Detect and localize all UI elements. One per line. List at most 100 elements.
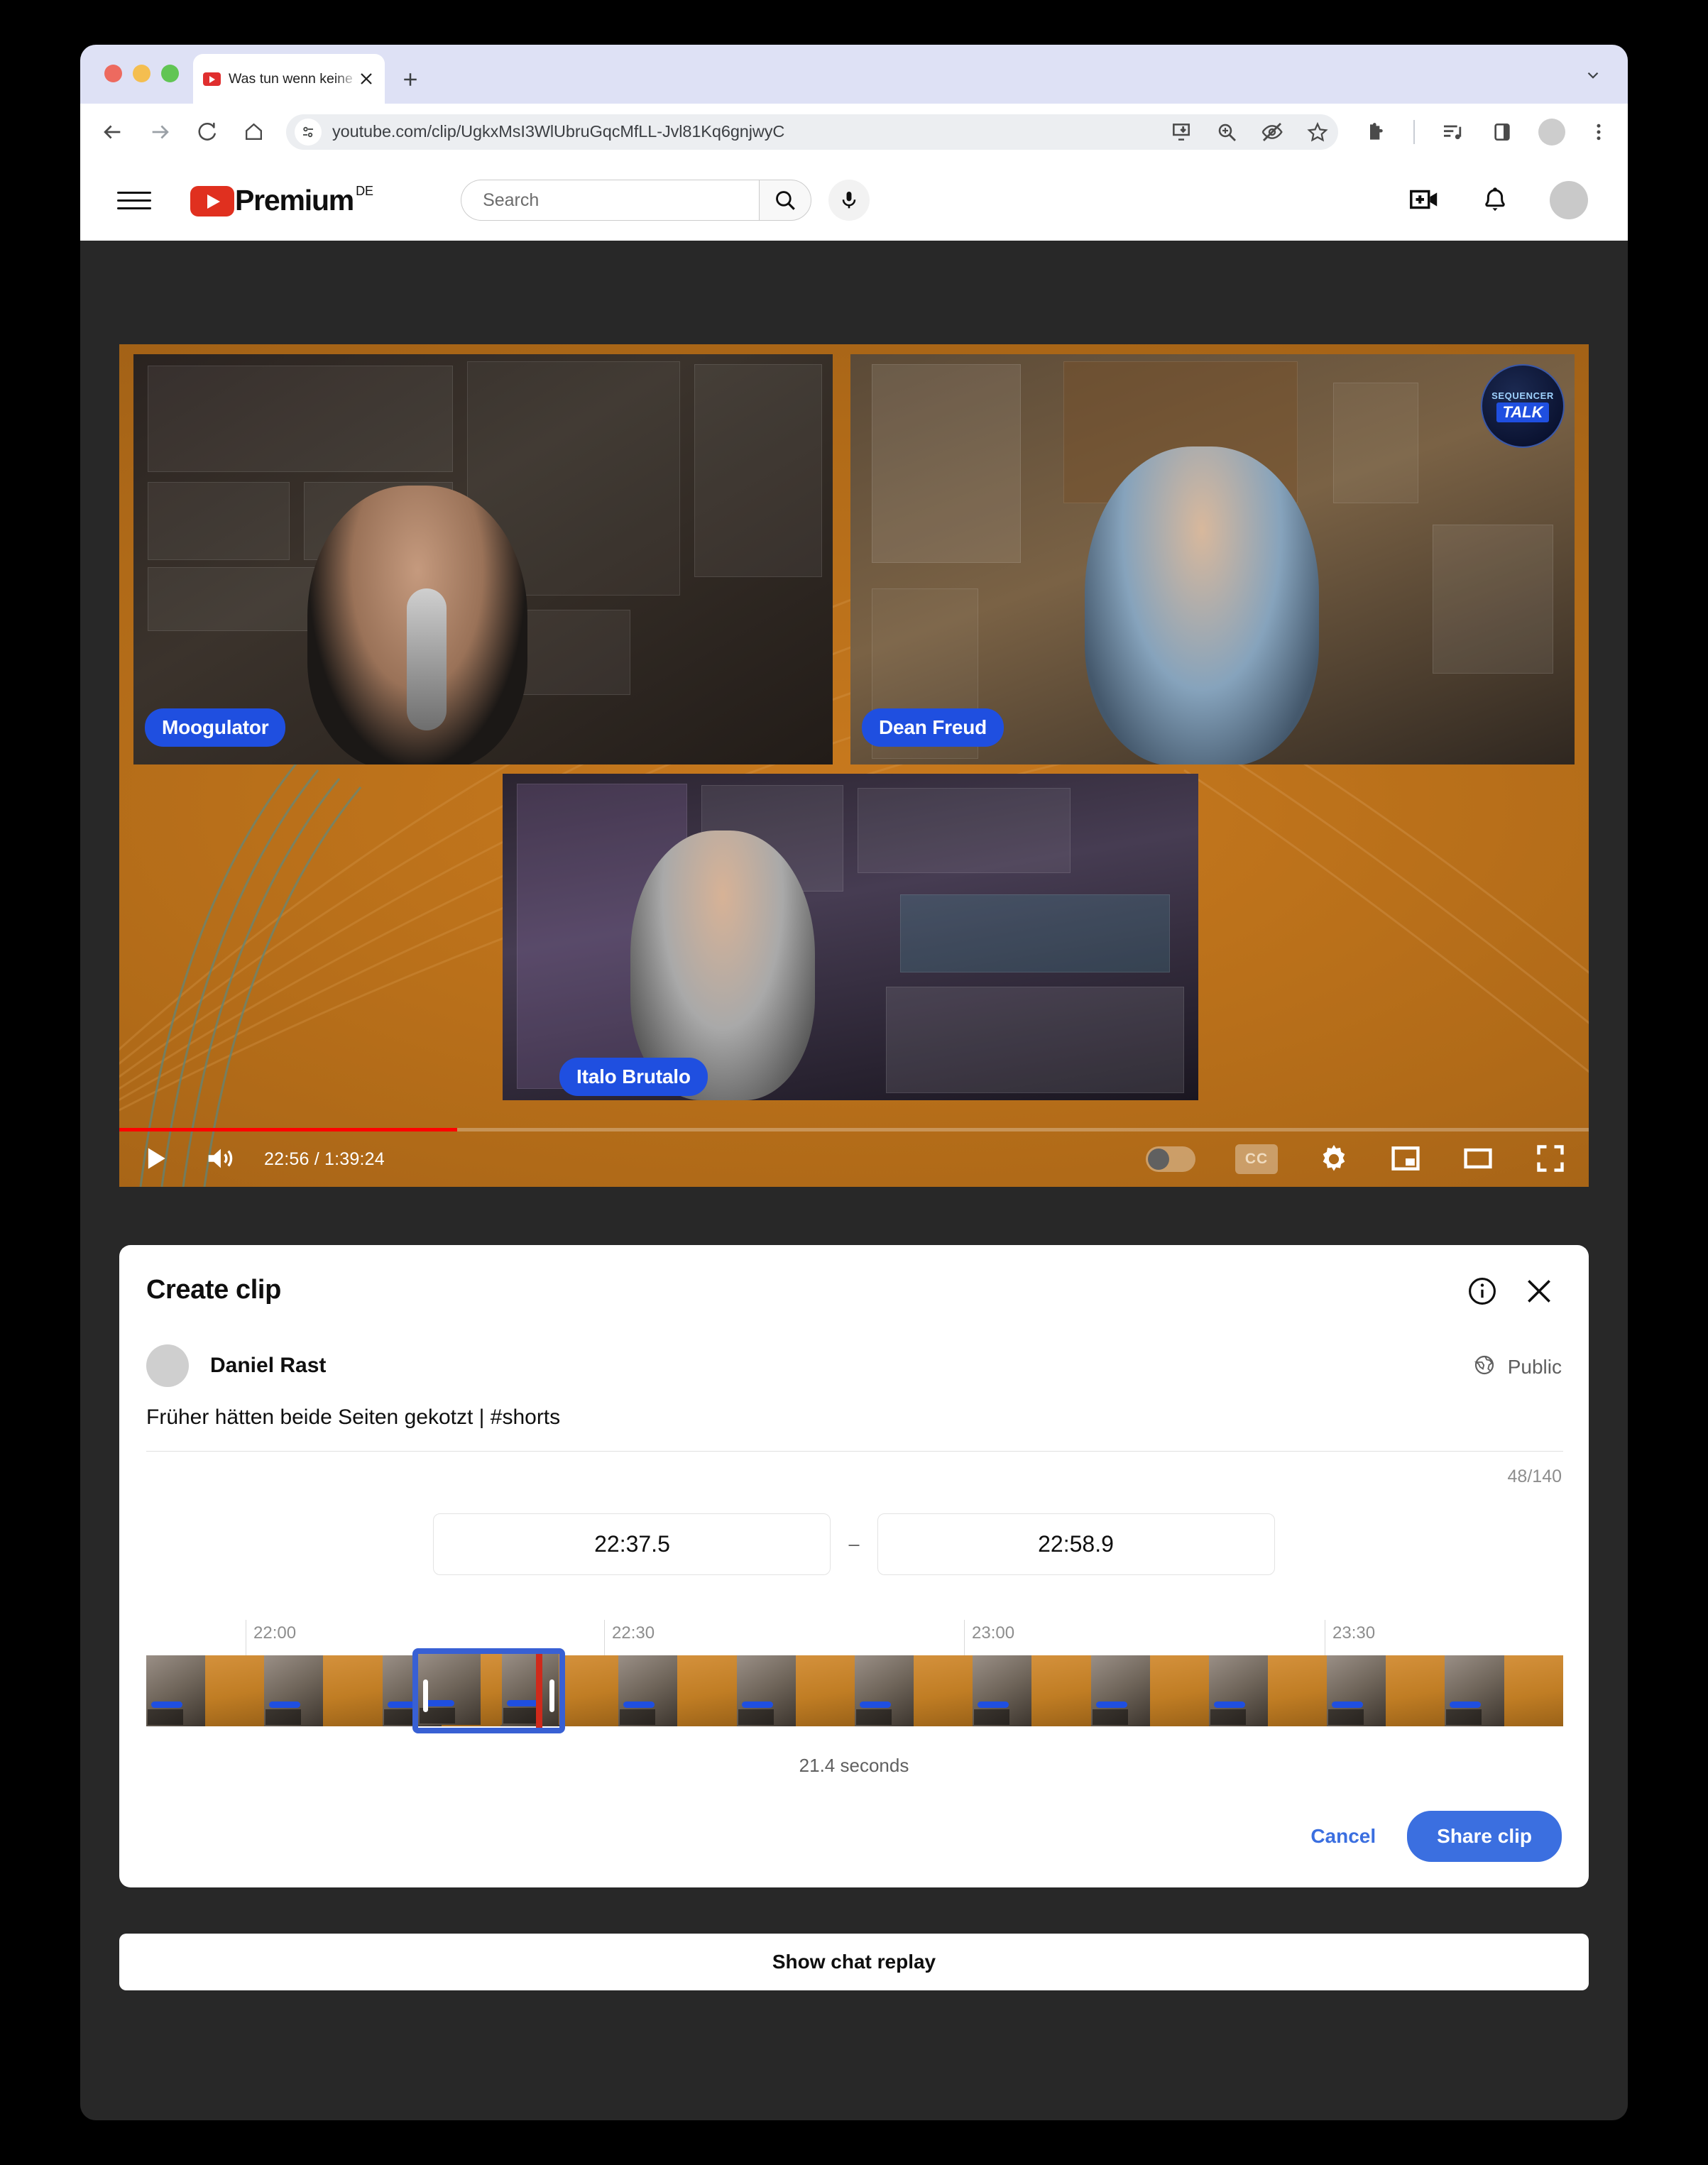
create-clip-header: Create clip [119, 1245, 1589, 1336]
youtube-logo-country: DE [356, 185, 373, 197]
notifications-icon[interactable] [1480, 183, 1511, 217]
input-underline [146, 1451, 1563, 1452]
user-avatar[interactable] [1550, 181, 1588, 219]
name-tag: Moogulator [145, 708, 285, 747]
player-controls-right: CC [1106, 1143, 1589, 1175]
globe-icon [1473, 1354, 1496, 1380]
browser-tab[interactable]: Was tun wenn keine Zeit für M [193, 54, 385, 104]
media-playlist-icon[interactable] [1440, 120, 1465, 144]
video-pane-italo-brutalo [503, 774, 1198, 1100]
cancel-button[interactable]: Cancel [1291, 1812, 1396, 1860]
share-clip-button[interactable]: Share clip [1407, 1811, 1562, 1862]
name-tag: Italo Brutalo [559, 1058, 708, 1096]
window-minimize-button[interactable] [133, 65, 150, 82]
extensions-icon[interactable] [1364, 120, 1388, 144]
player-controls-left: 22:56 / 1:39:24 [119, 1142, 385, 1176]
subtitles-cc-button[interactable]: CC [1235, 1144, 1278, 1174]
timeline-tick: 23:30 [1325, 1620, 1375, 1655]
home-icon[interactable] [239, 118, 268, 146]
close-icon[interactable] [1523, 1276, 1555, 1307]
video-stage: Moogulator Dean Freud Italo Brutalo SEQU… [119, 344, 1589, 1187]
video-pane-dean-freud [850, 354, 1575, 764]
browser-tab-strip: Was tun wenn keine Zeit für M [80, 45, 1628, 104]
range-separator: – [848, 1533, 859, 1555]
show-chat-replay-button[interactable]: Show chat replay [119, 1934, 1589, 1990]
toolbar-divider [1413, 120, 1415, 144]
timeline-tick: 22:30 [604, 1620, 655, 1655]
channel-logo: SEQUENCER TALK [1481, 364, 1565, 448]
three-dot-menu-icon[interactable] [1587, 120, 1611, 144]
install-app-icon[interactable] [1169, 120, 1193, 144]
menu-icon[interactable] [117, 183, 151, 217]
site-settings-icon[interactable] [295, 119, 322, 146]
player-controls: 22:56 / 1:39:24 CC [119, 1131, 1589, 1187]
youtube-premium-logo[interactable]: Premium DE [190, 183, 373, 217]
search-input[interactable]: Search [461, 180, 759, 221]
theater-mode-icon[interactable] [1462, 1143, 1495, 1175]
privacy-status[interactable]: Public [1473, 1354, 1562, 1380]
name-tag: Dean Freud [862, 708, 1004, 747]
info-icon[interactable] [1467, 1276, 1498, 1307]
address-bar[interactable]: youtube.com/clip/UgkxMsI3WlUbruGqcMfLL-J… [286, 114, 1338, 150]
browser-profile-avatar[interactable] [1538, 119, 1565, 146]
clip-title-input[interactable]: Früher hätten beide Seiten gekotzt | #sh… [146, 1405, 560, 1430]
video-time-display: 22:56 / 1:39:24 [264, 1149, 385, 1170]
selection-handle-left[interactable] [423, 1679, 428, 1712]
clip-dialog-actions: Cancel Share clip [1291, 1811, 1562, 1862]
voice-search-icon[interactable] [828, 180, 870, 221]
zoom-icon[interactable] [1215, 120, 1239, 144]
browser-window: Was tun wenn keine Zeit für M [80, 45, 1628, 2120]
clip-author-row: Daniel Rast [146, 1344, 326, 1387]
search-placeholder: Search [483, 190, 539, 211]
side-panel-icon[interactable] [1490, 120, 1514, 144]
hide-password-icon[interactable] [1260, 120, 1284, 144]
window-close-button[interactable] [104, 65, 122, 82]
privacy-label: Public [1508, 1356, 1562, 1379]
selection-handle-right[interactable] [549, 1679, 554, 1712]
reload-icon[interactable] [192, 117, 222, 147]
autoplay-toggle[interactable] [1146, 1146, 1195, 1172]
forward-icon[interactable] [144, 116, 177, 148]
timeline-playhead[interactable] [536, 1654, 542, 1728]
browser-toolbar: youtube.com/clip/UgkxMsI3WlUbruGqcMfLL-J… [80, 104, 1628, 160]
timeline-ruler: 22:00 22:30 23:00 23:30 [146, 1620, 1563, 1655]
youtube-play-icon [190, 186, 234, 217]
clip-time-range-row: 22:37.5 – 22:58.9 [119, 1513, 1589, 1575]
channel-logo-line2: TALK [1496, 402, 1548, 422]
youtube-header-actions [1369, 181, 1628, 219]
omnibox-actions [1169, 120, 1338, 144]
clip-author-name: Daniel Rast [210, 1354, 326, 1378]
tab-title: Was tun wenn keine Zeit für M [229, 71, 358, 87]
bookmark-star-icon[interactable] [1305, 120, 1330, 144]
volume-icon[interactable] [203, 1142, 237, 1176]
search-icon[interactable] [759, 180, 811, 221]
character-counter: 48/140 [1508, 1467, 1562, 1487]
youtube-search-area: Search [461, 180, 870, 221]
clip-end-time-input[interactable]: 22:58.9 [877, 1513, 1275, 1575]
clip-duration-label: 21.4 seconds [119, 1755, 1589, 1777]
tab-close-icon[interactable] [358, 70, 375, 87]
new-tab-icon[interactable] [400, 69, 421, 90]
fullscreen-icon[interactable] [1535, 1143, 1567, 1175]
timeline-filmstrip[interactable] [146, 1655, 1563, 1726]
window-maximize-button[interactable] [161, 65, 179, 82]
clip-timeline[interactable]: 22:00 22:30 23:00 23:30 [146, 1620, 1563, 1741]
page-body: Moogulator Dean Freud Italo Brutalo SEQU… [80, 241, 1628, 2120]
page-title: Create clip [146, 1275, 281, 1305]
toolbar-right-actions [1338, 119, 1628, 146]
play-icon[interactable] [139, 1143, 172, 1175]
create-clip-dialog: Create clip Daniel Rast Public Früher hä… [119, 1245, 1589, 1887]
timeline-tick: 23:00 [964, 1620, 1014, 1655]
back-icon[interactable] [96, 116, 128, 148]
create-video-icon[interactable] [1408, 183, 1442, 217]
clip-selection-range[interactable] [412, 1648, 565, 1733]
youtube-favicon-icon [203, 72, 221, 86]
miniplayer-icon[interactable] [1390, 1143, 1423, 1175]
tab-search-chevron-down-icon[interactable] [1581, 66, 1605, 84]
url-text: youtube.com/clip/UgkxMsI3WlUbruGqcMfLL-J… [332, 122, 784, 141]
clip-start-time-input[interactable]: 22:37.5 [433, 1513, 831, 1575]
video-player[interactable]: Moogulator Dean Freud Italo Brutalo SEQU… [119, 344, 1589, 1187]
youtube-logo-text: Premium [235, 183, 354, 217]
avatar [146, 1344, 189, 1387]
settings-gear-icon[interactable] [1318, 1143, 1350, 1175]
